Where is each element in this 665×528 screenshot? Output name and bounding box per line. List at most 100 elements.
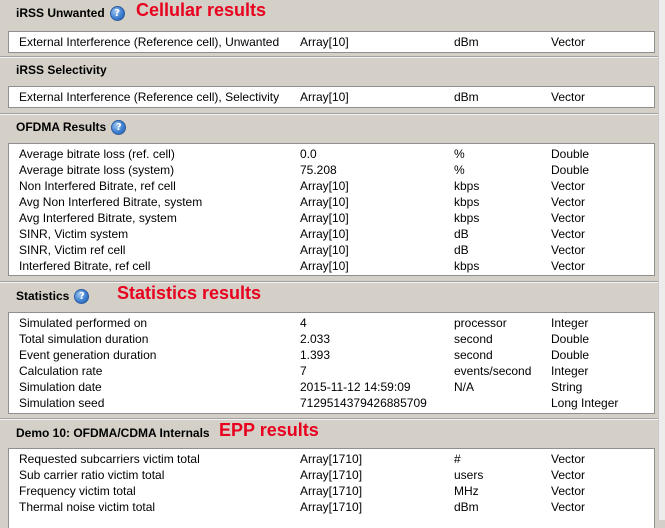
row-name: Sub carrier ratio victim total: [19, 468, 165, 482]
help-icon[interactable]: ?: [74, 288, 90, 304]
row-value: Array[10]: [300, 195, 349, 209]
table-row[interactable]: Total simulation duration 2.033 second D…: [9, 331, 654, 347]
row-value: Array[1710]: [300, 500, 363, 514]
row-name: Total simulation duration: [19, 332, 149, 346]
row-value: 4: [300, 316, 307, 330]
row-type: Vector: [551, 243, 586, 257]
row-type: Vector: [551, 179, 586, 193]
table-row[interactable]: Average bitrate loss (ref. cell) 0.0 % D…: [9, 146, 654, 162]
annotation-label: Cellular results: [136, 0, 267, 20]
section-header-ofdma-results: OFDMA Results ?: [16, 116, 658, 138]
row-unit: N/A: [454, 380, 475, 394]
table-row[interactable]: Avg Interfered Bitrate, system Array[10]…: [9, 210, 654, 226]
row-unit: second: [454, 332, 493, 346]
help-icon[interactable]: ?: [109, 5, 125, 21]
row-value: Array[1710]: [300, 452, 363, 466]
row-unit: kbps: [454, 195, 480, 209]
section-title: OFDMA Results: [16, 120, 107, 134]
table-row[interactable]: Thermal noise victim total Array[1710] d…: [9, 499, 654, 515]
row-type: Double: [551, 147, 590, 161]
row-name: Requested subcarriers victim total: [19, 452, 200, 466]
row-value: 7129514379426885709: [300, 396, 427, 410]
row-unit: dBm: [454, 500, 479, 514]
section-title: Statistics: [16, 289, 70, 303]
results-panel: External Interference (Reference cell), …: [8, 31, 655, 53]
row-value: 0.0: [300, 147, 317, 161]
row-type: Vector: [551, 90, 586, 104]
section-header-irss-selectivity: iRSS Selectivity: [16, 59, 658, 81]
section-header-statistics: Statistics ? Statistics results: [16, 283, 658, 307]
table-row[interactable]: Event generation duration 1.393 second D…: [9, 347, 654, 363]
table-row[interactable]: Simulation date 2015-11-12 14:59:09 N/A …: [9, 379, 654, 395]
row-name: Event generation duration: [19, 348, 157, 362]
row-name: Simulated performed on: [19, 316, 148, 330]
row-value: 1.393: [300, 348, 331, 362]
row-type: String: [551, 380, 583, 394]
row-unit: kbps: [454, 211, 480, 225]
row-unit: processor: [454, 316, 507, 330]
row-unit: users: [454, 468, 484, 482]
row-value: Array[10]: [300, 35, 349, 49]
section-divider: [0, 281, 658, 283]
row-name: Simulation date: [19, 380, 102, 394]
row-type: Vector: [551, 227, 586, 241]
table-row[interactable]: Simulated performed on 4 processor Integ…: [9, 315, 654, 331]
row-value: Array[10]: [300, 90, 349, 104]
row-name: Average bitrate loss (ref. cell): [19, 147, 175, 161]
row-type: Vector: [551, 452, 586, 466]
section-irss-selectivity: iRSS Selectivity External Interference (…: [0, 59, 658, 108]
row-type: Integer: [551, 316, 589, 330]
section-title: Demo 10: OFDMA/CDMA Internals: [16, 426, 210, 440]
section-header-irss-unwanted: iRSS Unwanted ? Cellular results: [16, 0, 658, 24]
table-row[interactable]: External Interference (Reference cell), …: [9, 89, 654, 105]
row-unit: dBm: [454, 35, 479, 49]
row-name: External Interference (Reference cell), …: [19, 35, 280, 49]
row-name: External Interference (Reference cell), …: [19, 90, 280, 104]
section-irss-unwanted: iRSS Unwanted ? Cellular results Externa…: [0, 0, 658, 53]
row-value: Array[10]: [300, 179, 349, 193]
row-type: Double: [551, 163, 590, 177]
row-value: 2.033: [300, 332, 331, 346]
row-value: 2015-11-12 14:59:09: [300, 380, 411, 394]
section-ofdma-results: OFDMA Results ? Average bitrate loss (re…: [0, 116, 658, 276]
table-row[interactable]: Non Interfered Bitrate, ref cell Array[1…: [9, 178, 654, 194]
annotation-label: Statistics results: [117, 283, 262, 303]
row-name: Calculation rate: [19, 364, 103, 378]
table-row[interactable]: External Interference (Reference cell), …: [9, 34, 654, 50]
row-name: Simulation seed: [19, 396, 105, 410]
table-row[interactable]: Calculation rate 7 events/second Integer: [9, 363, 654, 379]
results-panel: External Interference (Reference cell), …: [8, 86, 655, 108]
table-row[interactable]: Average bitrate loss (system) 75.208 % D…: [9, 162, 654, 178]
row-value: Array[10]: [300, 243, 349, 257]
row-name: Avg Interfered Bitrate, system: [19, 211, 177, 225]
row-type: Double: [551, 348, 590, 362]
row-name: Average bitrate loss (system): [19, 163, 175, 177]
vertical-scrollbar[interactable]: [658, 0, 665, 520]
row-value: Array[10]: [300, 259, 349, 273]
table-row[interactable]: SINR, Victim system Array[10] dB Vector: [9, 226, 654, 242]
table-row[interactable]: SINR, Victim ref cell Array[10] dB Vecto…: [9, 242, 654, 258]
table-row[interactable]: Simulation seed 7129514379426885709 Long…: [9, 395, 654, 411]
annotation-label: EPP results: [219, 420, 319, 440]
table-row[interactable]: Interfered Bitrate, ref cell Array[10] k…: [9, 258, 654, 274]
row-unit: dB: [454, 227, 469, 241]
row-unit: dB: [454, 243, 469, 257]
row-unit: %: [454, 163, 465, 177]
row-type: Vector: [551, 211, 586, 225]
row-name: Avg Non Interfered Bitrate, system: [19, 195, 203, 209]
row-type: Vector: [551, 468, 586, 482]
table-row[interactable]: Requested subcarriers victim total Array…: [9, 451, 654, 467]
row-type: Vector: [551, 484, 586, 498]
row-type: Long Integer: [551, 396, 619, 410]
results-panel: Average bitrate loss (ref. cell) 0.0 % D…: [8, 143, 655, 276]
row-unit: kbps: [454, 259, 480, 273]
section-demo10-internals: Demo 10: OFDMA/CDMA Internals EPP result…: [0, 420, 658, 528]
table-row[interactable]: Avg Non Interfered Bitrate, system Array…: [9, 194, 654, 210]
results-panel: Requested subcarriers victim total Array…: [8, 448, 655, 528]
section-statistics: Statistics ? Statistics results Simulate…: [0, 283, 658, 414]
table-row[interactable]: Frequency victim total Array[1710] MHz V…: [9, 483, 654, 499]
table-row[interactable]: Sub carrier ratio victim total Array[171…: [9, 467, 654, 483]
row-name: Frequency victim total: [19, 484, 136, 498]
row-type: Integer: [551, 364, 589, 378]
help-icon[interactable]: ?: [111, 119, 127, 135]
